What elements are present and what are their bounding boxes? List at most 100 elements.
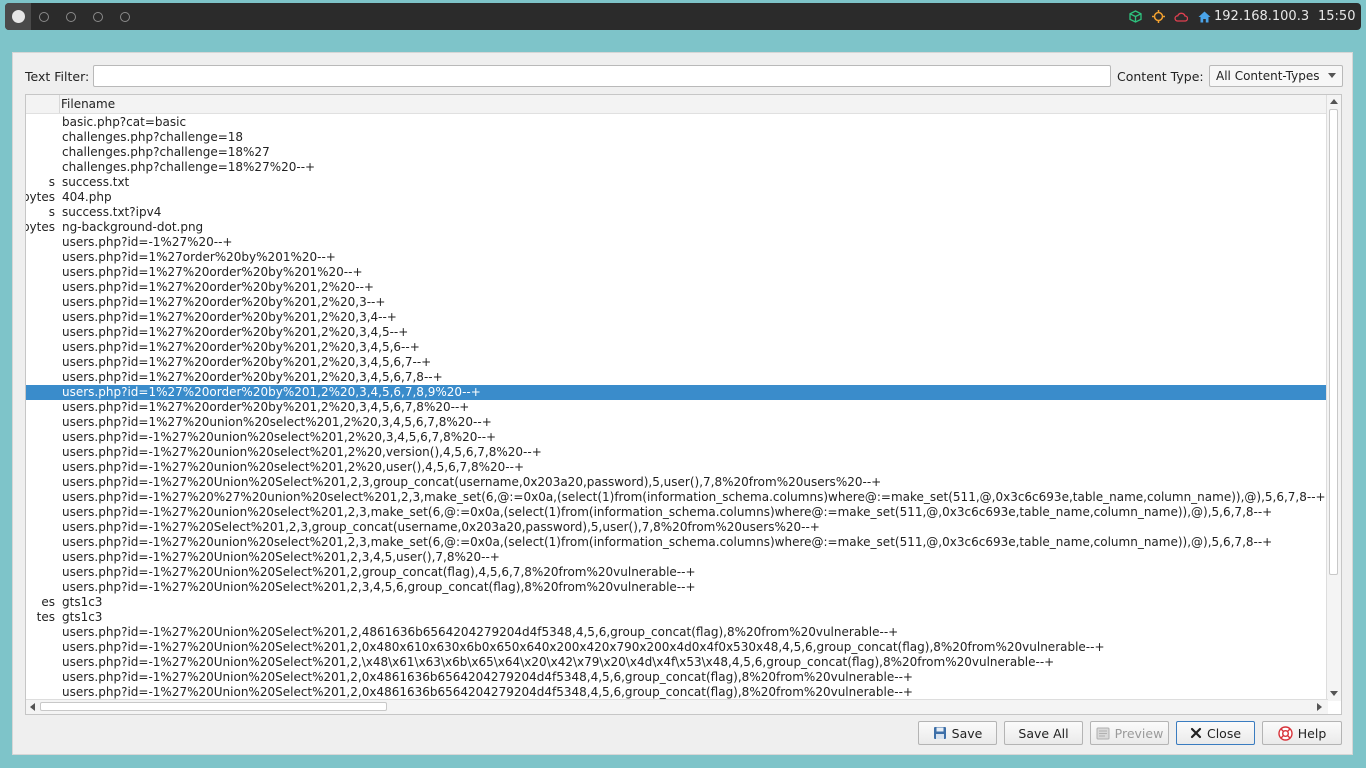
crosshair-icon[interactable]: [1152, 3, 1165, 30]
row-filename: users.php?id=1%27%20order%20by%201%20--+: [62, 265, 363, 279]
table-row[interactable]: users.php?id=-1%27%20%27%20union%20selec…: [26, 490, 1328, 505]
table-row[interactable]: users.php?id=1%27%20order%20by%201,2%20,…: [26, 370, 1328, 385]
text-filter-label: Text Filter:: [25, 69, 90, 84]
preview-button[interactable]: Preview: [1090, 721, 1169, 745]
table-row[interactable]: users.php?id=-1%27%20Union%20Select%201,…: [26, 580, 1328, 595]
workspace-2-indicator[interactable]: [39, 12, 49, 22]
table-row[interactable]: challenges.php?challenge=18%27: [26, 145, 1328, 160]
table-row[interactable]: users.php?id=-1%27%20union%20select%201,…: [26, 535, 1328, 550]
row-filename: ng-background-dot.png: [62, 220, 204, 234]
table-row[interactable]: users.php?id=-1%27%20Union%20Select%201,…: [26, 655, 1328, 670]
workspace-4-indicator[interactable]: [93, 12, 103, 22]
help-icon: [1278, 725, 1293, 741]
horizontal-scrollbar[interactable]: [26, 699, 1328, 714]
workspace-1-indicator[interactable]: [12, 10, 25, 23]
row-filename: users.php?id=-1%27%20--+: [62, 235, 233, 249]
table-row[interactable]: bytes ng-background-dot.png: [26, 220, 1328, 235]
ip-address: 192.168.100.3: [1214, 9, 1310, 24]
workspace-3-indicator[interactable]: [66, 12, 76, 22]
table-row[interactable]: users.php?id=-1%27%20union%20select%201,…: [26, 460, 1328, 475]
row-filename: gts1c3: [62, 610, 103, 624]
table-row[interactable]: users.php?id=1%27%20union%20select%201,2…: [26, 415, 1328, 430]
column-header-size[interactable]: [26, 95, 60, 113]
save-button-label: Save: [951, 725, 983, 741]
table-row[interactable]: users.php?id=-1%27%20Union%20Select%201,…: [26, 475, 1328, 490]
row-filename: gts1c3: [62, 595, 103, 609]
table-row[interactable]: challenges.php?challenge=18: [26, 130, 1328, 145]
row-filename: users.php?id=1%27%20order%20by%201,2%20,…: [62, 355, 432, 369]
row-filename: users.php?id=-1%27%20Union%20Select%201,…: [62, 625, 899, 639]
table-row[interactable]: es gts1c3: [26, 595, 1328, 610]
row-filename: users.php?id=1%27%20order%20by%201,2%20,…: [62, 400, 470, 414]
vertical-scrollbar[interactable]: [1326, 95, 1341, 701]
row-filename: users.php?id=1%27%20order%20by%201,2%20-…: [62, 280, 374, 294]
table-row[interactable]: tes gts1c3: [26, 610, 1328, 625]
scroll-right-icon[interactable]: [1317, 703, 1322, 711]
table-row[interactable]: users.php?id=1%27%20order%20by%201,2%20-…: [26, 280, 1328, 295]
close-button-label: Close: [1206, 725, 1242, 741]
table-row[interactable]: users.php?id=-1%27%20--+: [26, 235, 1328, 250]
table-row[interactable]: users.php?id=-1%27%20Union%20Select%201,…: [26, 550, 1328, 565]
content-type-select[interactable]: All Content-Types: [1209, 65, 1343, 87]
row-filename: users.php?id=-1%27%20union%20select%201,…: [62, 505, 1273, 519]
clock[interactable]: 15:50: [1318, 3, 1355, 30]
row-filename: success.txt: [62, 175, 130, 189]
content-type-value: All Content-Types: [1216, 69, 1320, 83]
table-row[interactable]: users.php?id=1%27%20order%20by%201,2%20,…: [26, 355, 1328, 370]
scroll-left-icon[interactable]: [30, 703, 35, 711]
table-row[interactable]: challenges.php?challenge=18%27%20--+: [26, 160, 1328, 175]
workspace-5-indicator[interactable]: [120, 12, 130, 22]
document-icon: [1096, 727, 1110, 739]
row-filename: success.txt?ipv4: [62, 205, 162, 219]
vertical-scroll-thumb[interactable]: [1329, 109, 1338, 575]
horizontal-scroll-thumb[interactable]: [40, 702, 387, 711]
row-filename: users.php?id=-1%27%20Union%20Select%201,…: [62, 565, 696, 579]
table-row[interactable]: users.php?id=1%27%20order%20by%201,2%20,…: [26, 340, 1328, 355]
row-filename: challenges.php?challenge=18%27: [62, 145, 270, 159]
row-filename: users.php?id=1%27%20order%20by%201,2%20,…: [62, 340, 420, 354]
help-button[interactable]: Help: [1262, 721, 1342, 745]
row-filename: users.php?id=1%27%20order%20by%201,2%20,…: [62, 310, 397, 324]
table-row[interactable]: users.php?id=1%27%20order%20by%201,2%20,…: [26, 325, 1328, 340]
chevron-down-icon: [1328, 73, 1336, 78]
table-row[interactable]: users.php?id=-1%27%20Union%20Select%201,…: [26, 565, 1328, 580]
table-row[interactable]: users.php?id=1%27%20order%20by%201%20--+: [26, 265, 1328, 280]
table-row[interactable]: users.php?id=1%27%20order%20by%201,2%20,…: [26, 400, 1328, 415]
save-all-button-label: Save All: [1018, 725, 1069, 741]
table-row[interactable]: users.php?id=-1%27%20Union%20Select%201,…: [26, 670, 1328, 685]
table-row[interactable]: users.php?id=-1%27%20Union%20Select%201,…: [26, 640, 1328, 655]
table-row[interactable]: bytes 404.php: [26, 190, 1328, 205]
table-row[interactable]: users.php?id=-1%27%20union%20select%201,…: [26, 445, 1328, 460]
save-all-button[interactable]: Save All: [1004, 721, 1083, 745]
row-size: tes: [36, 610, 55, 624]
row-size: es: [41, 595, 55, 609]
text-filter-input[interactable]: [93, 65, 1111, 87]
table-row[interactable]: basic.php?cat=basic: [26, 115, 1328, 130]
table-row[interactable]: users.php?id=1%27%20order%20by%201,2%20,…: [26, 385, 1328, 400]
table-row[interactable]: users.php?id=1%27%20order%20by%201,2%20,…: [26, 295, 1328, 310]
objects-table[interactable]: Filename basic.php?cat=basic challenges.p…: [25, 94, 1342, 715]
table-row[interactable]: s success.txt: [26, 175, 1328, 190]
row-filename: users.php?id=-1%27%20union%20select%201,…: [62, 445, 542, 459]
table-row[interactable]: s success.txt?ipv4: [26, 205, 1328, 220]
scroll-up-icon[interactable]: [1330, 99, 1338, 104]
cube-icon[interactable]: [1129, 3, 1142, 30]
row-filename: users.php?id=-1%27%20Union%20Select%201,…: [62, 550, 500, 564]
column-header-filename[interactable]: Filename: [61, 97, 115, 111]
row-filename: basic.php?cat=basic: [62, 115, 187, 129]
table-row[interactable]: users.php?id=-1%27%20Union%20Select%201,…: [26, 625, 1328, 640]
scroll-down-icon[interactable]: [1330, 691, 1338, 696]
row-filename: users.php?id=-1%27%20union%20select%201,…: [62, 535, 1273, 549]
save-button[interactable]: Save: [918, 721, 997, 745]
export-objects-dialog: Text Filter: Content Type: All Content-T…: [12, 52, 1353, 755]
table-row[interactable]: users.php?id=-1%27%20union%20select%201,…: [26, 505, 1328, 520]
cloud-icon[interactable]: [1174, 3, 1188, 30]
row-filename: users.php?id=-1%27%20Union%20Select%201,…: [62, 640, 1105, 654]
close-button[interactable]: Close: [1176, 721, 1255, 745]
table-row[interactable]: users.php?id=1%27order%20by%201%20--+: [26, 250, 1328, 265]
table-row[interactable]: users.php?id=-1%27%20Select%201,2,3,grou…: [26, 520, 1328, 535]
table-row[interactable]: users.php?id=1%27%20order%20by%201,2%20,…: [26, 310, 1328, 325]
table-row[interactable]: users.php?id=-1%27%20union%20select%201,…: [26, 430, 1328, 445]
row-filename: users.php?id=-1%27%20Union%20Select%201,…: [62, 685, 913, 699]
table-row[interactable]: users.php?id=-1%27%20Union%20Select%201,…: [26, 685, 1328, 700]
